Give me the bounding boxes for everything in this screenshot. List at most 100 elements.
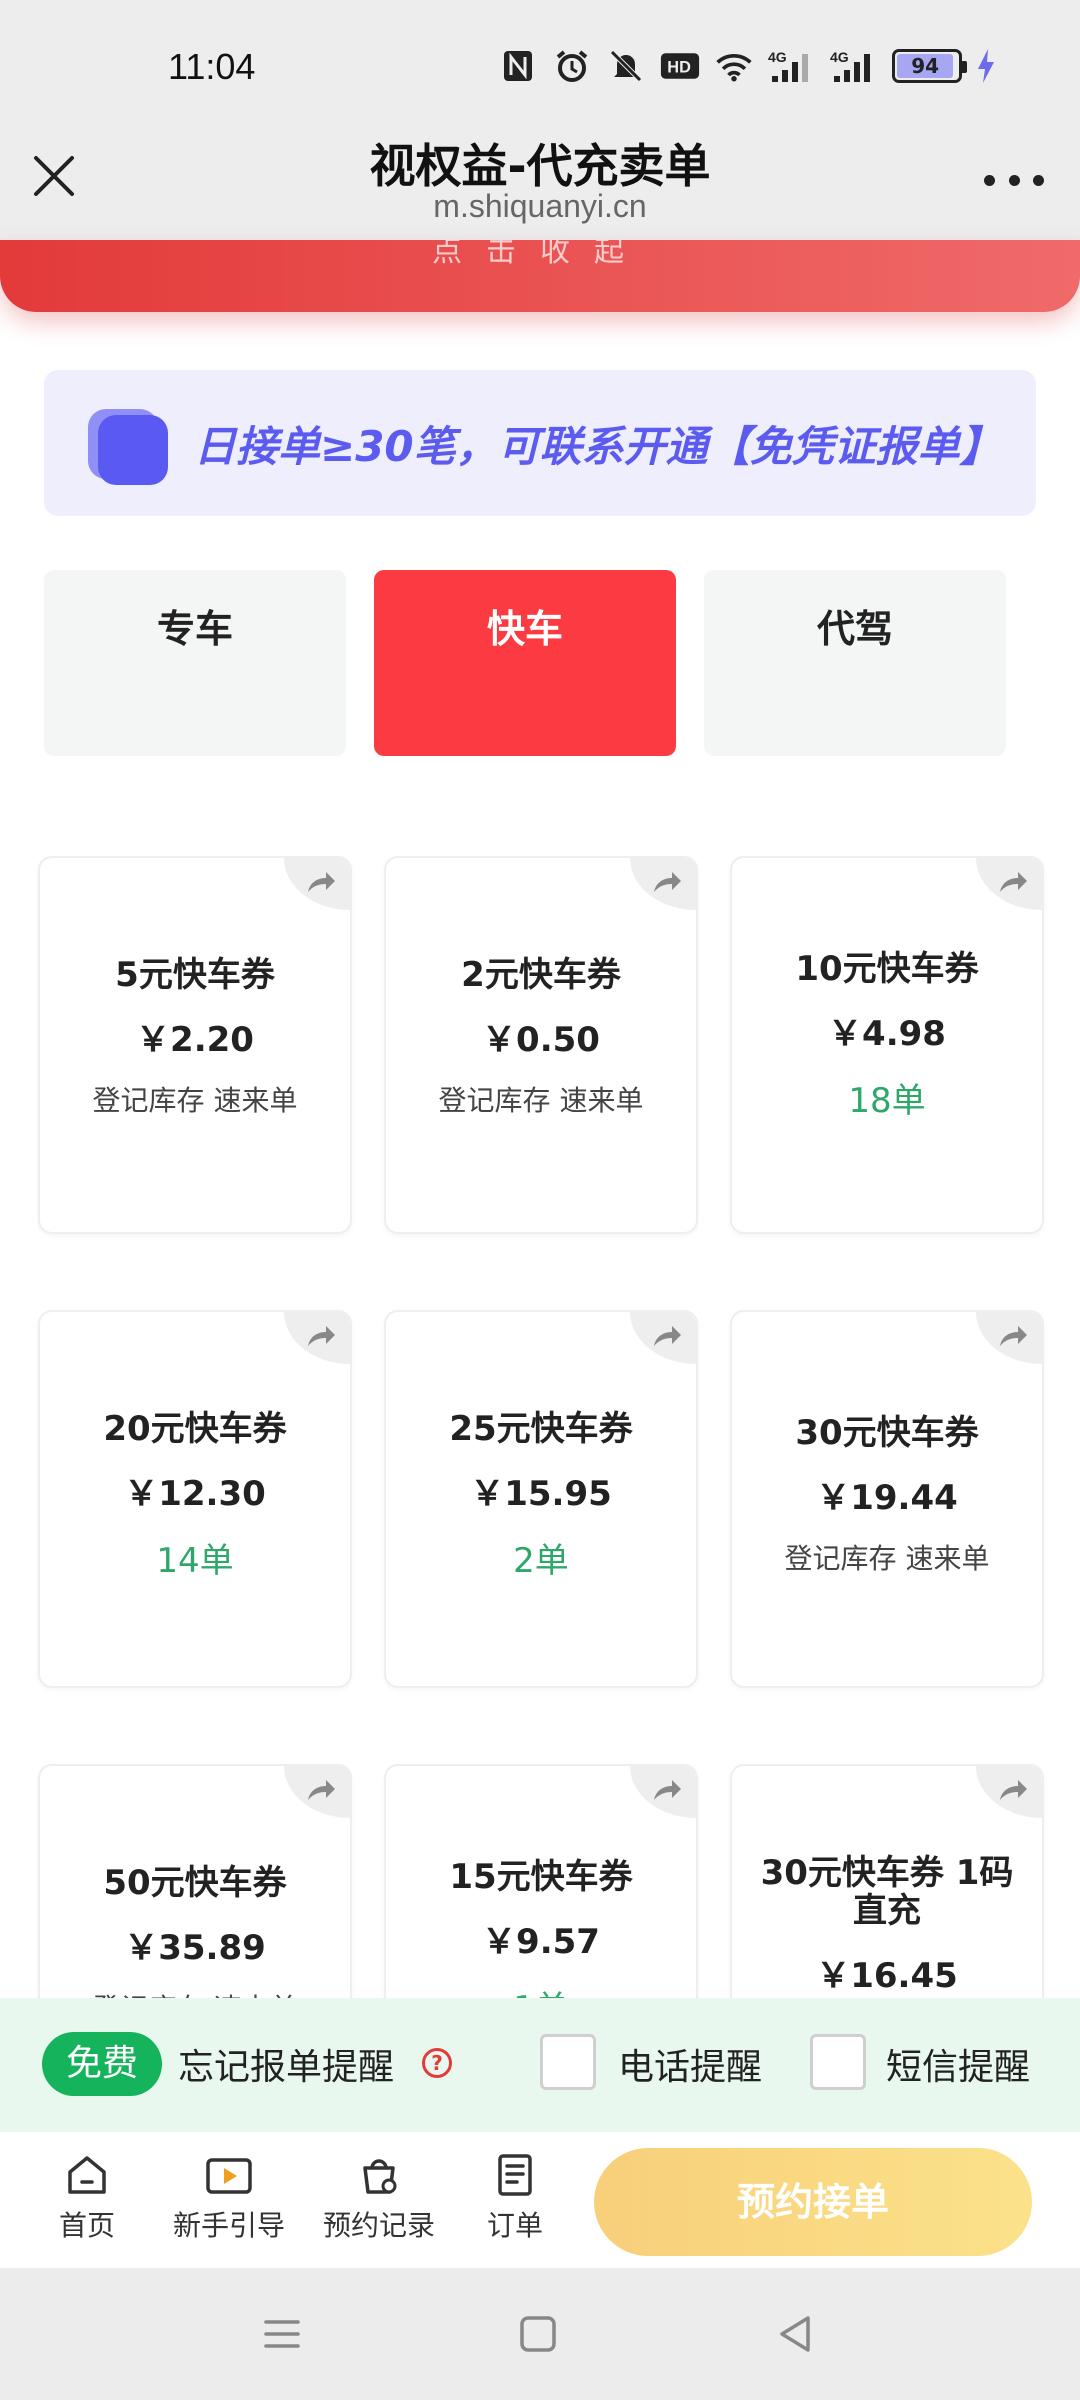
- coupon-card[interactable]: 2元快车券 ￥0.50 登记库存 速来单: [384, 856, 698, 1234]
- coupon-name: 50元快车券: [103, 1863, 287, 1903]
- coupon-card[interactable]: 5元快车券 ￥2.20 登记库存 速来单: [38, 856, 352, 1234]
- coupon-card-content: 20元快车券 ￥12.30 14单: [40, 1410, 350, 1582]
- share-button[interactable]: [630, 1312, 696, 1364]
- more-button[interactable]: [984, 170, 1044, 190]
- nav-guide[interactable]: 新手引导: [164, 2152, 294, 2244]
- nav-guide-label: 新手引导: [172, 2209, 285, 2242]
- share-button[interactable]: [976, 858, 1042, 910]
- coupon-price: ￥16.45: [816, 1956, 958, 1996]
- network-badge-1: 4G: [768, 49, 787, 65]
- reserve-order-button[interactable]: 预约接单: [594, 2148, 1032, 2256]
- back-triangle-icon: [780, 2316, 810, 2352]
- charging-icon: [976, 48, 996, 84]
- help-icon[interactable]: ?: [422, 2048, 452, 2078]
- banner-collapse[interactable]: 点击收起: [0, 240, 1080, 312]
- status-icons: HD 4G 4G 94: [498, 48, 996, 84]
- coupon-name: 5元快车券: [115, 955, 275, 995]
- battery-level: 94: [897, 54, 954, 78]
- coupon-price: ￥4.98: [828, 1014, 946, 1054]
- phone-reminder-label: 电话提醒: [618, 2047, 763, 2088]
- banner-collapse-text: 点击收起: [432, 240, 648, 269]
- category-tabs: 专车 快车 代驾: [44, 570, 1036, 756]
- tab-label: 快车: [486, 607, 563, 651]
- coupon-card[interactable]: 10元快车券 ￥4.98 18单: [730, 856, 1044, 1234]
- share-icon: [654, 1780, 681, 1800]
- tab-label: 专车: [156, 607, 233, 651]
- home-nav-button[interactable]: [514, 2310, 562, 2358]
- share-button[interactable]: [630, 1766, 696, 1818]
- notice-banner[interactable]: 日接单≥30笔，可联系开通【免凭证报单】: [44, 370, 1036, 516]
- coupon-card-content: 5元快车券 ￥2.20 登记库存 速来单: [40, 956, 350, 1119]
- coupon-card[interactable]: 20元快车券 ￥12.30 14单: [38, 1310, 352, 1688]
- stack-icon: [88, 403, 168, 485]
- nav-reservations-label: 预约记录: [322, 2209, 435, 2242]
- share-icon: [1000, 1326, 1027, 1346]
- more-dot-icon: [1008, 174, 1020, 186]
- coupon-card-content: 10元快车券 ￥4.98 18单: [732, 950, 1042, 1122]
- order-icon: [498, 2154, 532, 2196]
- tab-zhuanche[interactable]: 专车: [44, 570, 346, 756]
- share-button[interactable]: [976, 1766, 1042, 1818]
- video-icon: [206, 2158, 252, 2194]
- coupon-status: 14单: [156, 1541, 234, 1581]
- share-button[interactable]: [284, 1312, 350, 1364]
- bottom-nav: 首页 新手引导 预约记录 订单 预约接单: [0, 2132, 1080, 2268]
- system-nav-bar: [0, 2268, 1080, 2400]
- coupon-price: ￥2.20: [136, 1020, 254, 1060]
- phone-reminder-checkbox[interactable]: [540, 2034, 596, 2090]
- title-bar: 视权益-代充卖单 m.shiquanyi.cn: [0, 130, 1080, 240]
- share-button[interactable]: [284, 858, 350, 910]
- network-badge-2: 4G: [830, 49, 849, 65]
- tab-kuaiche[interactable]: 快车: [374, 570, 676, 756]
- coupon-price: ￥0.50: [482, 1020, 600, 1060]
- share-button[interactable]: [630, 858, 696, 910]
- hd-icon: HD: [660, 48, 700, 84]
- coupon-card-content: 30元快车券 1码直充 ￥16.45: [732, 1854, 1042, 1997]
- status-time: 11:04: [168, 46, 256, 87]
- coupon-name: 30元快车券 1码直充: [760, 1853, 1014, 1931]
- menu-nav-button[interactable]: [258, 2310, 306, 2358]
- coupon-name: 20元快车券: [103, 1409, 287, 1449]
- coupon-card-content: 2元快车券 ￥0.50 登记库存 速来单: [386, 956, 696, 1119]
- share-button[interactable]: [284, 1766, 350, 1818]
- mute-icon: [606, 48, 646, 84]
- coupon-card[interactable]: 30元快车券 ￥19.44 登记库存 速来单: [730, 1310, 1044, 1688]
- nav-orders-label: 订单: [486, 2209, 543, 2242]
- nav-home-label: 首页: [58, 2209, 115, 2242]
- coupon-status: 2单: [513, 1541, 569, 1581]
- coupon-price: ￥15.95: [470, 1474, 612, 1514]
- reminder-label: 忘记报单提醒: [178, 2047, 395, 2088]
- svg-text:HD: HD: [667, 58, 691, 76]
- coupon-price: ￥35.89: [124, 1928, 266, 1968]
- coupon-name: 15元快车券: [449, 1857, 633, 1897]
- coupon-card-content: 25元快车券 ￥15.95 2单: [386, 1410, 696, 1582]
- share-button[interactable]: [976, 1312, 1042, 1364]
- battery-icon: 94: [892, 49, 967, 83]
- coupon-name: 10元快车券: [795, 949, 979, 989]
- coupon-card-content: 30元快车券 ￥19.44 登记库存 速来单: [732, 1414, 1042, 1577]
- free-badge: 免费: [42, 2032, 162, 2096]
- sms-reminder-checkbox[interactable]: [810, 2034, 866, 2090]
- nav-orders[interactable]: 订单: [450, 2152, 580, 2244]
- menu-icon: [264, 2320, 300, 2348]
- coupon-price: ￥9.57: [482, 1922, 600, 1962]
- status-bar: 11:04 HD 4G 4G 94: [0, 0, 1080, 130]
- coupon-price: ￥19.44: [816, 1478, 958, 1518]
- share-icon: [308, 1780, 335, 1800]
- coupon-name: 2元快车券: [461, 955, 621, 995]
- reminder-bar: 免费 忘记报单提醒 ? 电话提醒 短信提醒: [0, 1998, 1080, 2132]
- coupon-price: ￥12.30: [124, 1474, 266, 1514]
- nav-home[interactable]: 首页: [22, 2152, 152, 2244]
- back-nav-button[interactable]: [772, 2310, 820, 2358]
- square-icon: [520, 2316, 556, 2352]
- sms-reminder-label: 短信提醒: [886, 2047, 1031, 2088]
- page-title: 视权益-代充卖单: [369, 139, 711, 193]
- coupon-card[interactable]: 25元快车券 ￥15.95 2单: [384, 1310, 698, 1688]
- coupon-status: 登记库存 速来单: [92, 1084, 298, 1117]
- share-icon: [308, 1326, 335, 1346]
- nfc-icon: [498, 48, 538, 84]
- tab-daijia[interactable]: 代驾: [704, 570, 1006, 756]
- nav-reservations[interactable]: 预约记录: [314, 2152, 444, 2244]
- signal-icon-1: 4G: [768, 48, 816, 84]
- coupon-name: 30元快车券: [795, 1413, 979, 1453]
